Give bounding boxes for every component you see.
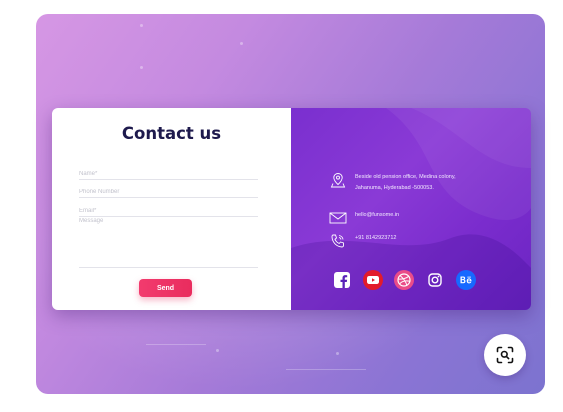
phone-row: +91 8142923712: [329, 233, 396, 249]
name-field-wrap: [79, 162, 258, 180]
contact-form: Contact us Send: [52, 108, 291, 310]
address-line2: Jahanuma, Hyderabad -500053.: [355, 185, 434, 191]
phone-icon: [331, 234, 344, 248]
email-row: hello@funsome.in: [329, 210, 399, 226]
decor-streak: [286, 369, 366, 370]
decor-dot: [240, 42, 243, 45]
decor-dot: [336, 352, 339, 355]
page-title: Contact us: [121, 124, 222, 143]
address-text: Beside old pension office, Medina colony…: [355, 172, 505, 194]
phone-field-wrap: [79, 180, 258, 198]
email-field-wrap: [79, 199, 258, 217]
phone-input[interactable]: [79, 189, 258, 195]
contact-card: Contact us Send Beside old: [52, 108, 531, 310]
phone-text[interactable]: +91 8142923712: [355, 233, 396, 244]
social-links: [332, 270, 476, 290]
address-row: Beside old pension office, Medina colony…: [329, 172, 505, 194]
address-line1: Beside old pension office, Medina colony…: [355, 174, 456, 180]
email-input[interactable]: [79, 208, 258, 214]
location-pin-icon: [330, 173, 346, 188]
mail-icon: [329, 212, 347, 224]
email-text[interactable]: hello@funsome.in: [355, 210, 399, 221]
instagram-icon[interactable]: [425, 270, 445, 290]
contact-info-panel: Beside old pension office, Medina colony…: [291, 108, 531, 310]
decor-dot: [140, 66, 143, 69]
message-field-wrap: [79, 218, 258, 268]
name-input[interactable]: [79, 171, 258, 177]
send-button[interactable]: Send: [139, 279, 192, 297]
message-input[interactable]: [79, 218, 258, 262]
dribbble-icon[interactable]: [394, 270, 414, 290]
zoom-scan-icon: [496, 346, 514, 364]
youtube-icon[interactable]: [363, 270, 383, 290]
facebook-icon[interactable]: [332, 270, 352, 290]
behance-icon[interactable]: [456, 270, 476, 290]
zoom-scan-button[interactable]: [484, 334, 526, 376]
decor-streak: [146, 344, 206, 345]
decor-dot: [140, 24, 143, 27]
decor-dot: [216, 349, 219, 352]
